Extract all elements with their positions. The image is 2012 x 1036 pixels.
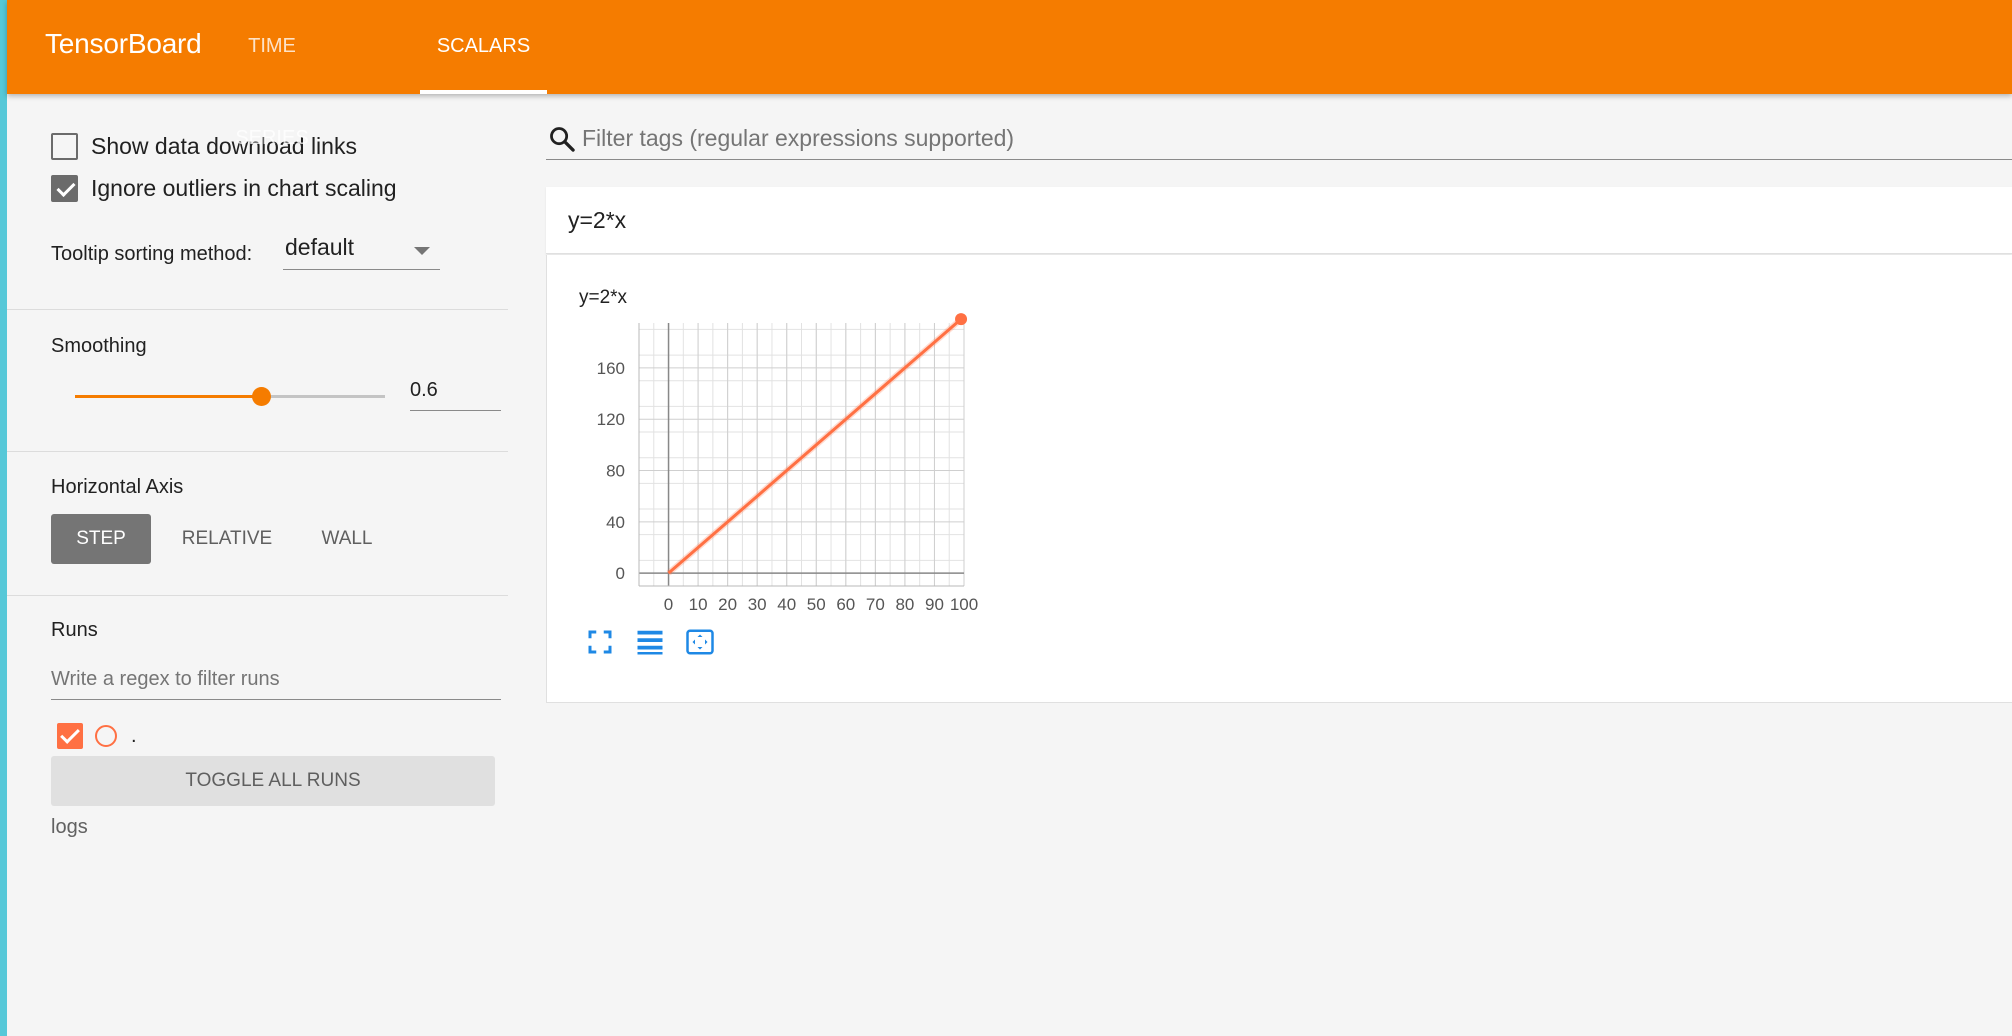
smoothing-value: 0.6 xyxy=(410,379,438,401)
show-download-links-option[interactable]: Show data download links xyxy=(51,132,357,160)
horizontal-axis-label: Horizontal Axis xyxy=(51,476,184,498)
x-tick-label: 10 xyxy=(689,595,708,614)
smoothing-slider-thumb[interactable] xyxy=(252,387,271,406)
smoothing-input[interactable]: 0.6 xyxy=(410,379,501,411)
tag-filter-input[interactable]: Filter tags (regular expressions support… xyxy=(582,118,2002,158)
x-tick-label: 60 xyxy=(836,595,855,614)
run-item[interactable]: . xyxy=(57,722,137,750)
tag-filter-bar[interactable]: Filter tags (regular expressions support… xyxy=(546,118,2012,160)
category-title: y=2*x xyxy=(568,207,627,233)
app-title: TensorBoard xyxy=(45,28,202,59)
main-panel: Filter tags (regular expressions support… xyxy=(508,94,2012,1036)
logdir-label: logs xyxy=(51,816,88,838)
tab-time-series[interactable]: TIME SERIES xyxy=(211,0,333,149)
line-chart[interactable]: 0 10 20 30 40 50 60 70 80 90 100 0 40 80 120 160 xyxy=(547,255,987,615)
smoothing-label: Smoothing xyxy=(51,335,147,357)
chart-card: y=2*x 0 10 20 30 40 50 60 70 80 90 100 0 40 80 120 160 xyxy=(546,255,2012,703)
window-edge xyxy=(0,0,7,1036)
sidebar: Show data download links Ignore outliers… xyxy=(7,94,508,1036)
y-tick-label: 40 xyxy=(606,513,625,532)
ignore-outliers-checkbox[interactable] xyxy=(51,174,78,202)
run-checkbox[interactable] xyxy=(57,723,83,749)
tooltip-sort-label: Tooltip sorting method: xyxy=(51,243,253,265)
tab-scalars[interactable]: SCALARS xyxy=(420,0,547,94)
run-radio-button[interactable] xyxy=(95,725,117,747)
y-tick-label: 160 xyxy=(597,359,625,378)
fullscreen-icon[interactable] xyxy=(585,627,615,657)
runs-label: Runs xyxy=(51,619,98,641)
divider xyxy=(7,451,508,452)
x-tick-label: 40 xyxy=(777,595,796,614)
smoothing-slider[interactable] xyxy=(75,387,385,406)
y-tick-label: 0 xyxy=(616,564,625,583)
y-tick-label: 80 xyxy=(606,462,625,481)
x-tick-label: 0 xyxy=(664,595,673,614)
x-tick-label: 30 xyxy=(748,595,767,614)
category-header[interactable]: y=2*x xyxy=(546,187,2012,254)
tooltip-sort-value: default xyxy=(285,234,355,260)
ignore-outliers-option[interactable]: Ignore outliers in chart scaling xyxy=(51,174,397,202)
runs-filter-placeholder: Write a regex to filter runs xyxy=(51,668,280,690)
divider xyxy=(7,595,508,596)
chevron-down-icon xyxy=(414,247,430,255)
x-tick-label: 70 xyxy=(866,595,885,614)
smoothing-slider-fill xyxy=(75,395,261,398)
fit-domain-icon[interactable] xyxy=(685,627,715,657)
run-name: . xyxy=(131,724,137,747)
series-end-point xyxy=(955,313,968,326)
chart-toolbar xyxy=(585,627,715,657)
x-tick-label: 50 xyxy=(807,595,826,614)
axis-relative-button[interactable]: RELATIVE xyxy=(167,514,287,564)
show-download-links-checkbox[interactable] xyxy=(51,132,78,160)
axis-step-button[interactable]: STEP xyxy=(51,514,151,564)
x-tick-label: 100 xyxy=(950,595,978,614)
y-tick-label: 120 xyxy=(597,410,625,429)
x-tick-label: 20 xyxy=(718,595,737,614)
axis-wall-button[interactable]: WALL xyxy=(303,514,391,564)
search-icon xyxy=(550,127,575,152)
x-tick-label: 90 xyxy=(925,595,944,614)
top-app-bar: TensorBoard TIME SERIES SCALARS xyxy=(7,0,2012,149)
runs-filter-input[interactable]: Write a regex to filter runs xyxy=(51,664,501,700)
show-download-links-label: Show data download links xyxy=(91,132,357,159)
toggle-all-runs-button[interactable]: TOGGLE ALL RUNS xyxy=(51,756,495,806)
x-tick-label: 80 xyxy=(895,595,914,614)
divider xyxy=(7,309,508,310)
toggle-log-scale-icon[interactable] xyxy=(635,627,665,657)
tooltip-sort-select[interactable]: default xyxy=(283,232,440,270)
